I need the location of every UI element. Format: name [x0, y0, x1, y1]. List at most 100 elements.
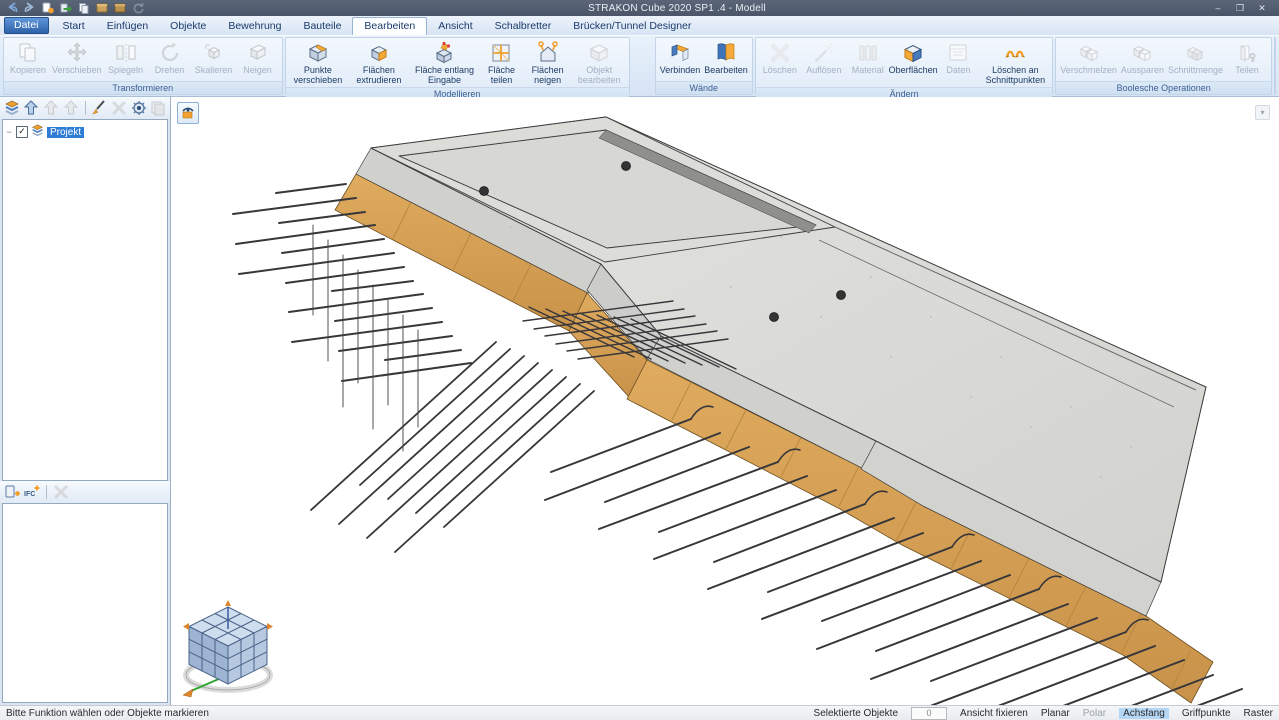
ribbon-group-buttons: KopierenVerschiebenSpiegelnDrehenSkalier…: [4, 38, 282, 81]
ribbon-button-label: Daten: [946, 65, 970, 75]
ribbon-button-verschieben: Verschieben: [50, 39, 104, 76]
tree-node-projekt[interactable]: − ✓ Projekt: [3, 120, 167, 144]
ribbon-button-punkte-verschieben[interactable]: Punkte verschieben: [288, 39, 349, 86]
nav-arrow-sw[interactable]: [183, 689, 193, 697]
ribbon-group-transformieren: KopierenVerschiebenSpiegelnDrehenSkalier…: [3, 37, 283, 95]
data-list-icon: [946, 40, 970, 65]
minimize-button[interactable]: –: [1209, 2, 1227, 15]
status-toggle-planar[interactable]: Planar: [1041, 708, 1070, 719]
status-right: Selektierte Objekte Ansicht fixieren Plan…: [814, 707, 1273, 720]
nav-arrow-up[interactable]: [225, 600, 231, 606]
tab-bewehrung[interactable]: Bewehrung: [217, 18, 292, 35]
qat-copy-pages-icon[interactable]: [76, 2, 91, 15]
ribbon-group-label: Boolesche Operationen: [1056, 81, 1271, 94]
ribbon-button-schnittmenge: Schnittmenge: [1166, 39, 1225, 76]
scale-icon: [202, 40, 226, 65]
tree-node-label[interactable]: Projekt: [47, 127, 84, 138]
close-button[interactable]: ✕: [1253, 2, 1271, 15]
status-bar: Bitte Funktion wählen oder Objekte marki…: [0, 705, 1279, 720]
main-area: − ✓ Projekt IFC: [0, 97, 1279, 705]
qat-undo-icon[interactable]: [4, 2, 19, 15]
tab-schalbretter[interactable]: Schalbretter: [484, 18, 563, 35]
ribbon-group-label: Wände: [656, 81, 752, 94]
tab-bauteile[interactable]: Bauteile: [292, 18, 352, 35]
qat-redo-icon[interactable]: [22, 2, 37, 15]
wand-icon: [812, 40, 836, 65]
status-toggle-ansicht-fixieren[interactable]: Ansicht fixieren: [960, 708, 1028, 719]
tab-bruecken-tunnel-designer[interactable]: Brücken/Tunnel Designer: [562, 18, 702, 35]
status-toggle-raster[interactable]: Raster: [1244, 708, 1273, 719]
status-message: Bitte Funktion wählen oder Objekte marki…: [6, 708, 209, 719]
ribbon-button-skalieren: Skalieren: [192, 39, 236, 76]
model-scene[interactable]: [171, 97, 1279, 705]
project-icon: [31, 124, 44, 140]
ribbon-button-material: Material: [846, 39, 890, 76]
tab-start[interactable]: Start: [52, 18, 96, 35]
object-edit-icon: [587, 40, 611, 65]
window-controls: – ❐ ✕: [1209, 2, 1279, 15]
tree-checkbox[interactable]: ✓: [16, 126, 28, 138]
ribbon-button-label: Schnittmenge: [1168, 65, 1223, 75]
ribbon-button-daten: Daten: [936, 39, 980, 76]
ribbon-button-label: Flächen neigen: [525, 65, 569, 85]
doc-plus-icon[interactable]: [3, 484, 21, 501]
qat-library-alt-icon[interactable]: [112, 2, 127, 15]
qat-library-icon[interactable]: [94, 2, 109, 15]
nav-arrow-left[interactable]: [183, 623, 189, 630]
qat-page-star-icon[interactable]: [40, 2, 55, 15]
quick-access-toolbar: [0, 2, 145, 15]
detail-list-panel[interactable]: [2, 503, 168, 703]
tab-einfuegen[interactable]: Einfügen: [96, 18, 159, 35]
layers-grey-icon: [149, 100, 167, 117]
ribbon-button-bearbeiten[interactable]: Bearbeiten: [702, 39, 750, 76]
selected-objects-label: Selektierte Objekte: [814, 708, 899, 719]
tree-expander-icon[interactable]: −: [5, 127, 13, 137]
selected-objects-count[interactable]: [911, 707, 947, 720]
ribbon-button-label: Punkte verschieben: [290, 65, 347, 85]
ribbon-button-loeschen-an-schnittpunkten[interactable]: Löschen an Schnittpunkten: [980, 39, 1050, 86]
navigation-cube[interactable]: [181, 599, 275, 699]
ribbon-button-label: Spiegeln: [108, 65, 143, 75]
project-tree-panel[interactable]: − ✓ Projekt: [2, 119, 168, 481]
tab-objekte[interactable]: Objekte: [159, 18, 217, 35]
status-toggles: Ansicht fixieren Planar Polar Achsfang Griff…: [960, 708, 1273, 719]
ribbon-button-label: Verschmelzen: [1060, 65, 1117, 75]
ribbon-button-verschmelzen: Verschmelzen: [1058, 39, 1119, 76]
cube-orange-icon: [306, 40, 330, 65]
restore-button[interactable]: ❐: [1231, 2, 1249, 15]
material-icon: [856, 40, 880, 65]
ribbon-button-spiegeln: Spiegeln: [104, 39, 148, 76]
gear-eye-icon[interactable]: [130, 100, 148, 117]
bool-merge-icon: [1077, 40, 1101, 65]
status-toggle-griffpunkte[interactable]: Griffpunkte: [1182, 708, 1231, 719]
x-grey-icon: [110, 100, 128, 117]
ifc-plus-icon[interactable]: IFC: [23, 484, 41, 501]
ribbon-group-aendern: LöschenAuflösenMaterialOberflächenDatenL…: [755, 37, 1054, 95]
ribbon-button-oberflaechen[interactable]: Oberflächen: [890, 39, 937, 76]
model-viewport[interactable]: ▾: [171, 97, 1279, 705]
ribbon-button-verbinden[interactable]: Verbinden: [658, 39, 703, 76]
ribbon-button-flaeche-entlang-eingabe[interactable]: Fläche entlang Eingabe: [409, 39, 479, 86]
ribbon-button-objekt-bearbeiten: Objekt bearbeiten: [572, 39, 627, 86]
status-toggle-achsfang[interactable]: Achsfang: [1119, 708, 1169, 719]
ribbon-button-flaechen-extrudieren[interactable]: Flächen extrudieren: [348, 39, 409, 86]
ribbon-button-flaeche-teilen[interactable]: Fläche teilen: [479, 39, 523, 86]
model-stack-icon[interactable]: [3, 100, 21, 117]
arrow-up-blue-icon[interactable]: [23, 100, 41, 117]
ribbon-button-flaechen-neigen[interactable]: Flächen neigen: [523, 39, 571, 86]
bool-divide-icon: [1235, 40, 1259, 65]
extrude-icon: [367, 40, 391, 65]
ribbon: KopierenVerschiebenSpiegelnDrehenSkalier…: [0, 36, 1279, 97]
svg-text:IFC: IFC: [24, 491, 35, 498]
tab-bearbeiten[interactable]: Bearbeiten: [352, 17, 427, 35]
ribbon-button-label: Verbinden: [660, 65, 701, 75]
visibility-button[interactable]: [177, 102, 199, 124]
brush-icon[interactable]: [90, 100, 108, 117]
status-toggle-polar: Polar: [1083, 708, 1106, 719]
viewport-corner-button[interactable]: ▾: [1255, 105, 1270, 120]
qat-import-green-icon[interactable]: [58, 2, 73, 15]
tab-ansicht[interactable]: Ansicht: [427, 18, 483, 35]
tab-datei[interactable]: Datei: [4, 17, 49, 34]
nav-arrow-right[interactable]: [267, 623, 273, 630]
qat-sync-icon: [130, 2, 145, 15]
